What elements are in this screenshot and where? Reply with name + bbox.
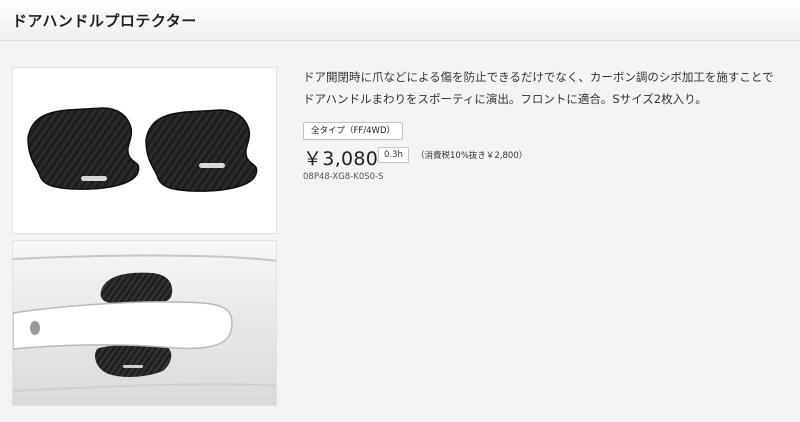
installed-image[interactable] <box>12 240 277 406</box>
type-badge: 全タイプ（FF/4WD） <box>303 122 404 140</box>
tax-excluded-price: （消費税10%抜き￥2,800） <box>416 151 528 161</box>
logo-emblem-left <box>81 176 107 181</box>
product-image[interactable] <box>12 67 277 234</box>
door-handle-installed-image <box>13 241 276 405</box>
logo-emblem-right <box>199 163 225 168</box>
product-description: ドア開閉時に爪などによる傷を防止できるだけでなく、カーボン調のシボ加工を施すこと… <box>303 70 774 106</box>
door-handle-protector-pair-image <box>27 107 258 192</box>
page-header: ドアハンドルプロテクター <box>0 0 800 41</box>
part-number: 08P48-XG8-K0S0-S <box>303 172 384 182</box>
product-price: ￥3,080 <box>303 148 379 170</box>
work-hours-badge: 0.3h <box>378 147 409 163</box>
page-title: ドアハンドルプロテクター <box>12 12 197 30</box>
